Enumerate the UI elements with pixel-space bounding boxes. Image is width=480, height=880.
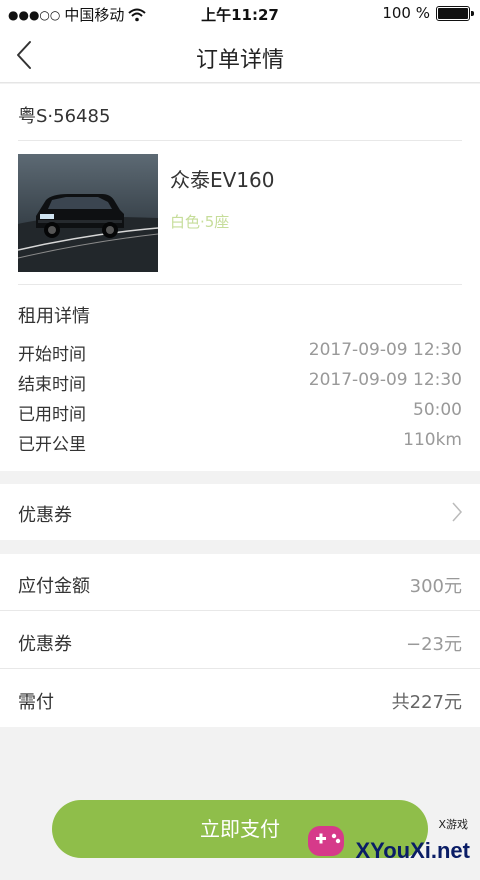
payment-row-amount-due: 应付金额 300元 [0,554,480,611]
rental-row-used-time: 已用时间 50:00 [18,400,462,428]
divider [18,284,462,285]
order-details-card: 粤S·56485 众泰EV160 白色·5座 租用详情 开始时间 2017-09… [0,84,480,471]
battery-icon [436,5,474,21]
row-value: 2017-09-09 12:30 [308,370,462,390]
rental-row-end-time: 结束时间 2017-09-09 12:30 [18,370,462,398]
car-spec: 白色·5座 [170,213,230,231]
row-value: 2017-09-09 12:30 [308,340,462,360]
battery-percent: 100 % [382,4,430,22]
coupon-label: 优惠券 [18,505,72,526]
row-value: 共227元 [391,692,462,713]
payment-row-coupon: 优惠券 −23元 [0,612,480,669]
divider [18,140,462,141]
battery-fill [438,7,468,19]
rental-row-mileage: 已开公里 110km [18,430,462,458]
row-value: 110km [403,430,462,450]
payment-summary: 应付金额 300元 优惠券 −23元 需付 共227元 [0,554,480,727]
divider [0,610,480,611]
car-model-name: 众泰EV160 [170,168,275,192]
watermark-small-text: X游戏 [438,818,468,831]
car-image [18,154,158,272]
watermark-text: XYouXi.net [355,838,471,863]
navigation-bar: 订单详情 [0,28,480,83]
row-label: 优惠券 [18,634,72,655]
status-bar: ●●●○○ 中国移动 上午11:27 100 % [0,0,480,28]
coupon-selector[interactable]: 优惠券 [0,484,480,540]
watermark: X游戏 XYouXi.net [304,814,474,874]
rental-row-start-time: 开始时间 2017-09-09 12:30 [18,340,462,368]
row-value: 50:00 [413,400,462,420]
license-plate: 粤S·56485 [18,106,111,127]
row-label: 已开公里 [18,435,86,455]
gamepad-logo-icon [308,826,344,856]
divider [0,668,480,669]
car-photo-graphic [18,154,158,272]
row-label: 已用时间 [18,405,86,425]
row-label: 应付金额 [18,576,90,597]
row-value: −23元 [406,634,462,655]
payment-row-total: 需付 共227元 [0,670,480,727]
status-right: 100 % [382,4,474,22]
row-label: 开始时间 [18,345,86,365]
page-title: 订单详情 [195,48,284,73]
row-label: 需付 [18,692,54,713]
row-value: 300元 [409,576,462,597]
row-label: 结束时间 [18,375,86,395]
chevron-right-icon [452,502,463,522]
rental-details-title: 租用详情 [18,306,90,327]
